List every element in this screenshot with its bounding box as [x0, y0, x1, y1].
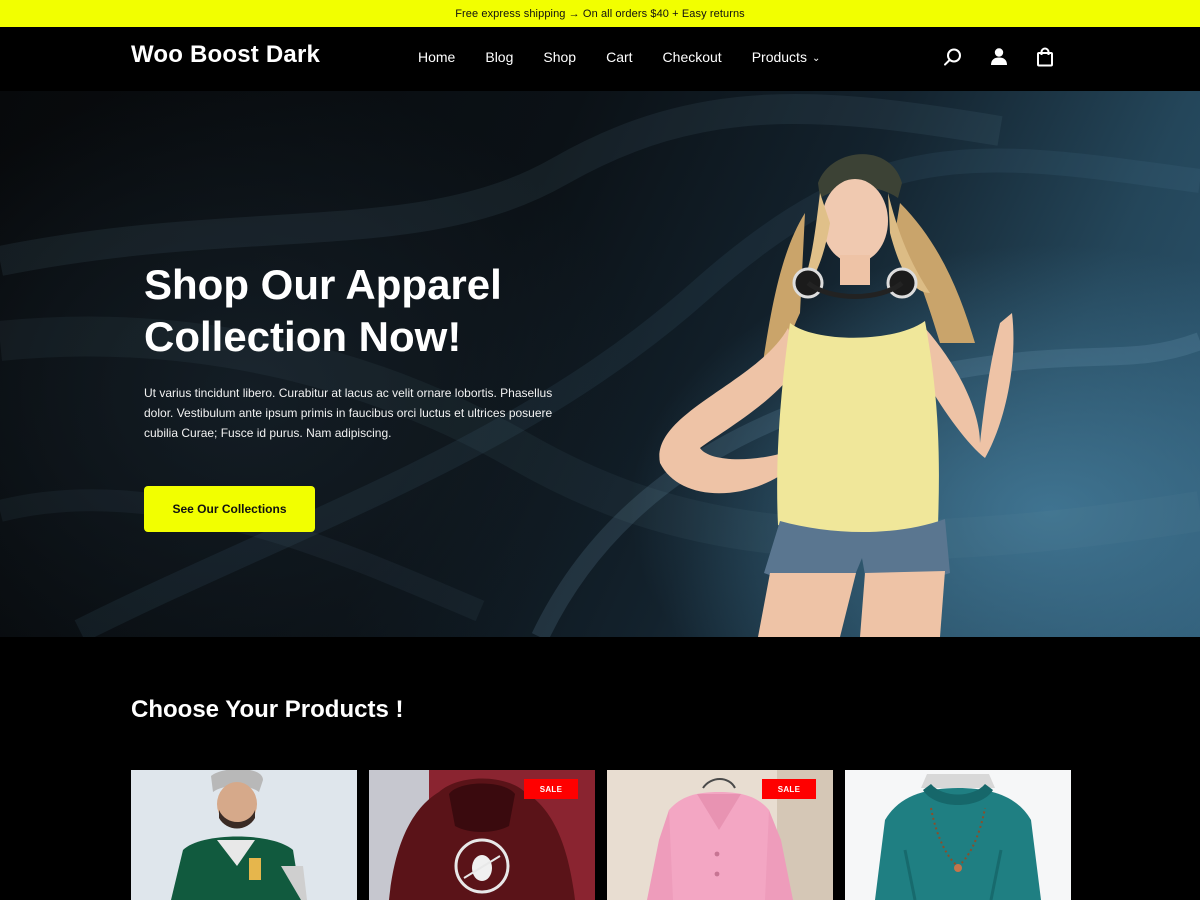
- nav-item-products-label: Products: [751, 49, 807, 65]
- nav-item-home[interactable]: Home: [418, 49, 455, 65]
- product-image-hoodie-man: [131, 770, 357, 900]
- sale-badge: SALE: [762, 779, 816, 799]
- nav-item-blog[interactable]: Blog: [485, 49, 513, 65]
- product-card[interactable]: [845, 770, 1071, 900]
- products-section-title: Choose Your Products !: [131, 696, 404, 723]
- header-icons: [942, 46, 1080, 68]
- hero-title-line1: Shop Our Apparel: [144, 261, 502, 308]
- see-collections-button[interactable]: See Our Collections: [144, 486, 315, 532]
- hero-model-image: [659, 154, 1014, 637]
- announcement-text: Free express shipping → On all orders $4…: [455, 7, 745, 20]
- chevron-down-icon: ⌄: [811, 53, 821, 64]
- hero-title: Shop Our Apparel Collection Now!: [144, 259, 604, 363]
- nav-item-products[interactable]: Products ⌄: [752, 49, 821, 65]
- nav-item-cart[interactable]: Cart: [606, 49, 632, 65]
- product-grid: SALE SALE: [131, 770, 1083, 900]
- product-card[interactable]: SALE: [369, 770, 595, 900]
- shopping-bag-icon[interactable]: [1034, 46, 1056, 68]
- product-image-teal-sweater: [845, 770, 1071, 900]
- nav-item-shop[interactable]: Shop: [543, 49, 576, 65]
- main-nav: Home Blog Shop Cart Checkout Products ⌄: [418, 49, 850, 65]
- product-card[interactable]: SALE: [607, 770, 833, 900]
- announcement-bar: Free express shipping → On all orders $4…: [0, 0, 1200, 27]
- user-icon[interactable]: [988, 46, 1010, 68]
- site-logo[interactable]: Woo Boost Dark: [131, 41, 320, 69]
- nav-item-checkout[interactable]: Checkout: [663, 49, 722, 65]
- hero-title-line2: Collection Now!: [144, 313, 462, 360]
- sale-badge: SALE: [524, 779, 578, 799]
- site-header: Woo Boost Dark Home Blog Shop Cart Check…: [0, 27, 1200, 91]
- search-icon[interactable]: [942, 46, 964, 68]
- product-card[interactable]: [131, 770, 357, 900]
- hero-banner: Shop Our Apparel Collection Now! Ut vari…: [0, 91, 1200, 637]
- hero-description: Ut varius tincidunt libero. Curabitur at…: [144, 386, 553, 440]
